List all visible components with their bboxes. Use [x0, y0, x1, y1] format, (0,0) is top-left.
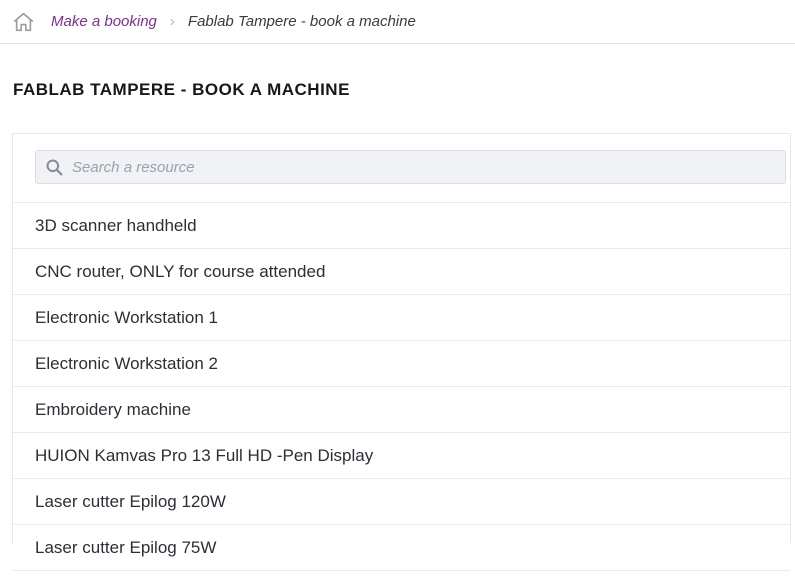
resource-list-item[interactable]: Embroidery machine: [13, 387, 790, 433]
page-title: FABLAB TAMPERE - BOOK A MACHINE: [13, 81, 795, 99]
search-box[interactable]: [35, 150, 786, 184]
breadcrumb-link-make-a-booking[interactable]: Make a booking: [51, 13, 157, 30]
breadcrumb-current-page: Fablab Tampere - book a machine: [188, 13, 416, 30]
resource-list-item[interactable]: CNC router, ONLY for course attended: [13, 249, 790, 295]
search-input[interactable]: [64, 151, 785, 183]
home-link[interactable]: [12, 11, 35, 33]
resource-list: 3D scanner handheld CNC router, ONLY for…: [13, 202, 790, 571]
search-wrap: [13, 134, 790, 184]
breadcrumb: Make a booking › Fablab Tampere - book a…: [0, 0, 795, 44]
resource-list-item[interactable]: Laser cutter Epilog 120W: [13, 479, 790, 525]
resource-list-item[interactable]: Electronic Workstation 1: [13, 295, 790, 341]
resource-list-item[interactable]: 3D scanner handheld: [13, 203, 790, 249]
search-icon: [45, 158, 64, 177]
breadcrumb-separator: ›: [170, 13, 175, 30]
booking-card: 3D scanner handheld CNC router, ONLY for…: [12, 133, 791, 543]
resource-list-item[interactable]: Electronic Workstation 2: [13, 341, 790, 387]
home-icon: [12, 11, 35, 33]
resource-list-item[interactable]: Laser cutter Epilog 75W: [13, 525, 790, 571]
resource-list-item[interactable]: HUION Kamvas Pro 13 Full HD -Pen Display: [13, 433, 790, 479]
